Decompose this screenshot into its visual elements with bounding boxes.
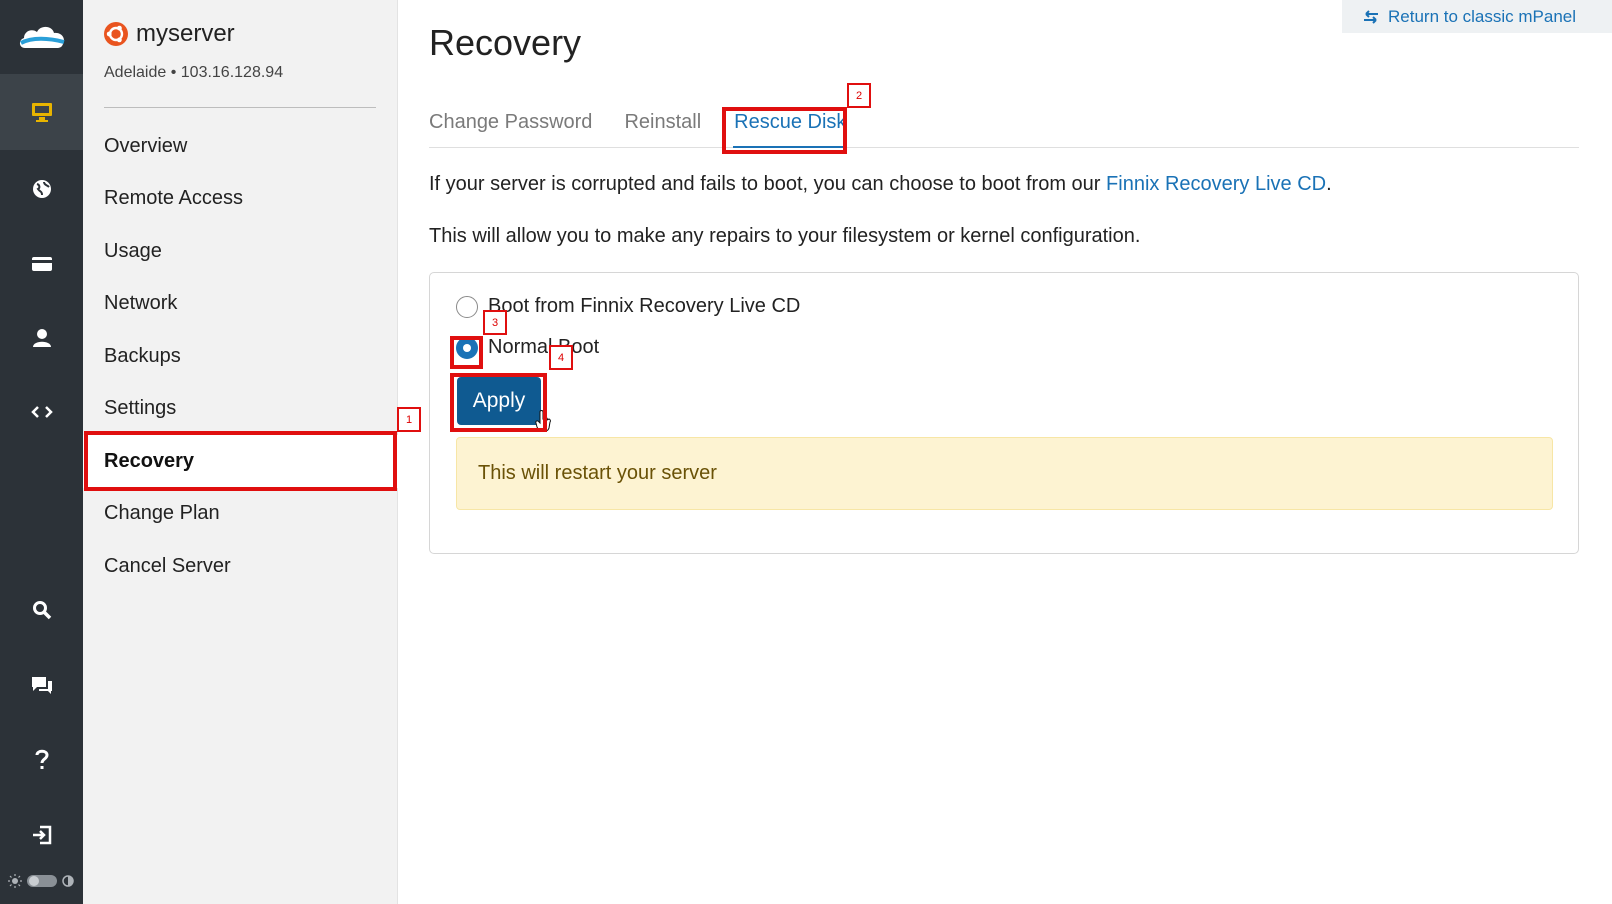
sun-icon [8, 874, 22, 888]
cloud-logo-icon[interactable] [0, 0, 83, 74]
globe-icon[interactable] [0, 151, 83, 227]
tab-reinstall[interactable]: Reinstall [624, 110, 701, 148]
nav-item-cancel-server[interactable]: Cancel Server [83, 540, 398, 593]
credit-card-icon[interactable] [0, 226, 83, 302]
tab-change-password[interactable]: Change Password [429, 110, 592, 148]
recovery-tabs: Change Password Reinstall Rescue Disk [429, 110, 1579, 148]
nav-item-change-plan[interactable]: Change Plan [83, 488, 398, 541]
tab-rescue-disk[interactable]: Rescue Disk [733, 110, 848, 148]
return-classic-link[interactable]: Return to classic mPanel [1342, 0, 1612, 33]
intro-text: If your server is corrupted and fails to… [429, 173, 1332, 196]
apply-button[interactable]: Apply [457, 377, 541, 425]
icon-rail [0, 0, 83, 904]
chat-icon[interactable] [0, 648, 83, 724]
intro-prefix: If your server is corrupted and fails to… [429, 173, 1107, 195]
server-nav: myserver Adelaide • 103.16.128.94 Overvi… [83, 0, 398, 904]
server-header: myserver [104, 20, 235, 48]
boot-options-card: Boot from Finnix Recovery Live CD Normal… [429, 272, 1579, 554]
server-location-ip: Adelaide • 103.16.128.94 [104, 64, 284, 81]
hand-cursor-icon [535, 410, 551, 432]
description-text: This will allow you to make any repairs … [429, 225, 1141, 247]
nav-item-network[interactable]: Network [83, 278, 398, 331]
page-title: Recovery [429, 22, 582, 63]
server-name: myserver [136, 20, 235, 47]
monitor-icon[interactable] [0, 74, 83, 150]
nav-item-usage[interactable]: Usage [83, 225, 398, 278]
toggle-track [27, 875, 57, 887]
annotation-label-1: 1 [397, 407, 421, 432]
divider [104, 107, 376, 108]
radio-finnix[interactable] [456, 295, 478, 318]
option-normal-boot[interactable]: Normal Boot [456, 336, 599, 359]
question-icon[interactable] [0, 722, 83, 798]
radio-normal-boot[interactable] [456, 336, 478, 359]
contrast-icon [62, 875, 74, 887]
annotation-label-2: 2 [847, 83, 871, 108]
search-icon[interactable] [0, 572, 83, 648]
ubuntu-icon [104, 22, 128, 46]
option-finnix-label: Boot from Finnix Recovery Live CD [488, 295, 801, 317]
option-normal-label: Normal Boot [488, 336, 600, 358]
restart-warning: This will restart your server [456, 437, 1553, 510]
nav-item-overview[interactable]: Overview [83, 120, 398, 173]
nav-item-remote-access[interactable]: Remote Access [83, 173, 398, 226]
theme-toggle[interactable] [8, 872, 78, 890]
code-icon[interactable] [0, 374, 83, 450]
return-classic-label: Return to classic mPanel [1388, 6, 1577, 26]
user-icon[interactable] [0, 300, 83, 376]
intro-suffix: . [1326, 173, 1332, 195]
nav-item-recovery[interactable]: Recovery [83, 435, 398, 488]
swap-arrows-icon [1364, 9, 1378, 24]
app: myserver Adelaide • 103.16.128.94 Overvi… [0, 0, 1612, 904]
logout-icon[interactable] [0, 797, 83, 873]
server-nav-list: Overview Remote Access Usage Network Bac… [83, 120, 398, 593]
nav-item-settings[interactable]: Settings [83, 383, 398, 436]
finnix-link[interactable]: Finnix Recovery Live CD [1106, 173, 1326, 195]
nav-item-backups[interactable]: Backups [83, 330, 398, 383]
option-finnix-boot[interactable]: Boot from Finnix Recovery Live CD [456, 295, 800, 318]
